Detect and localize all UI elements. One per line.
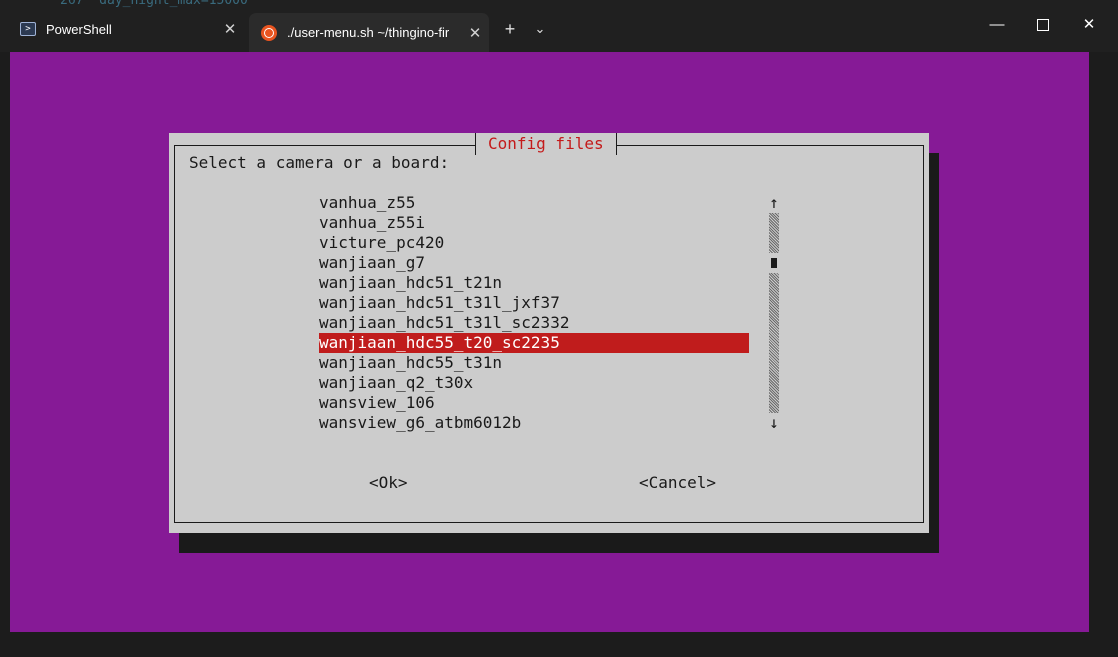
close-tab-icon[interactable]: ✕ (461, 24, 489, 42)
list-item[interactable]: vanhua_z55 (319, 193, 749, 213)
list-item[interactable]: wanjiaan_hdc51_t31l_sc2332 (319, 313, 749, 333)
list-item[interactable]: wanjiaan_q2_t30x (319, 373, 749, 393)
close-window-button[interactable]: ✕ (1066, 10, 1112, 40)
list-item[interactable]: vanhua_z55i (319, 213, 749, 233)
list-item-selected[interactable]: wanjiaan_hdc55_t20_sc2235 (319, 333, 749, 353)
list-item[interactable]: wansview_106 (319, 393, 749, 413)
dialog-title: Config files (475, 133, 617, 155)
ok-button[interactable]: <Ok> (369, 473, 408, 493)
dialog-prompt: Select a camera or a board: (189, 153, 450, 172)
config-files-dialog: Config files Select a camera or a board:… (169, 133, 929, 533)
tab-dropdown-button[interactable]: ⌄ (527, 16, 553, 42)
ubuntu-icon (261, 24, 277, 41)
powershell-icon: > (20, 21, 36, 37)
minimize-button[interactable]: — (974, 10, 1020, 40)
board-list[interactable]: vanhua_z55 vanhua_z55i victure_pc420 wan… (319, 193, 749, 433)
tab-label: ./user-menu.sh ~/thingino-fir (287, 25, 450, 40)
new-tab-button[interactable]: + (497, 16, 523, 42)
scrollbar-thumb[interactable] (771, 258, 777, 268)
list-item[interactable]: victure_pc420 (319, 233, 749, 253)
list-item[interactable]: wanjiaan_hdc51_t31l_jxf37 (319, 293, 749, 313)
tab-powershell[interactable]: > PowerShell ✕ (8, 13, 244, 45)
maximize-icon (1037, 19, 1049, 32)
scroll-down-arrow-icon[interactable]: ↓ (767, 413, 781, 433)
tab-user-menu[interactable]: ./user-menu.sh ~/thingino-fir ✕ (249, 13, 489, 52)
cancel-button[interactable]: <Cancel> (639, 473, 716, 493)
list-item[interactable]: wansview_g6_atbm6012b (319, 413, 749, 433)
list-item[interactable]: wanjiaan_hdc51_t21n (319, 273, 749, 293)
close-tab-icon[interactable]: ✕ (216, 20, 244, 38)
maximize-button[interactable] (1020, 10, 1066, 40)
scroll-up-arrow-icon[interactable]: ↑ (767, 193, 781, 213)
scrollbar-track[interactable] (769, 273, 779, 413)
background-text: 267 day_night_max=15000 (60, 0, 248, 8)
scrollbar-track[interactable] (769, 213, 779, 253)
list-item[interactable]: wanjiaan_hdc55_t31n (319, 353, 749, 373)
list-item[interactable]: wanjiaan_g7 (319, 253, 749, 273)
tab-label: PowerShell (46, 21, 112, 37)
title-bar: 267 day_night_max=15000 > PowerShell ✕ .… (0, 0, 1118, 52)
